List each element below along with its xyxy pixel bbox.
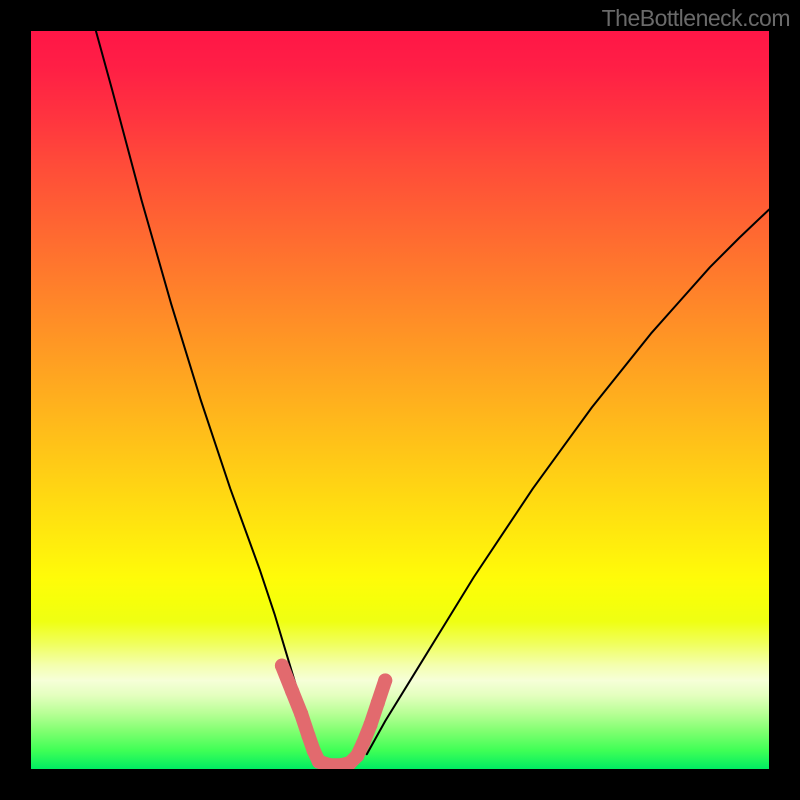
black-curve-right [367,210,769,755]
attribution-label: TheBottleneck.com [602,5,790,32]
chart-frame: TheBottleneck.com [0,0,800,800]
black-curve-left [96,31,310,754]
chart-svg [31,31,769,769]
chart-plot-area [31,31,769,769]
pink-valley-seg [378,680,385,702]
